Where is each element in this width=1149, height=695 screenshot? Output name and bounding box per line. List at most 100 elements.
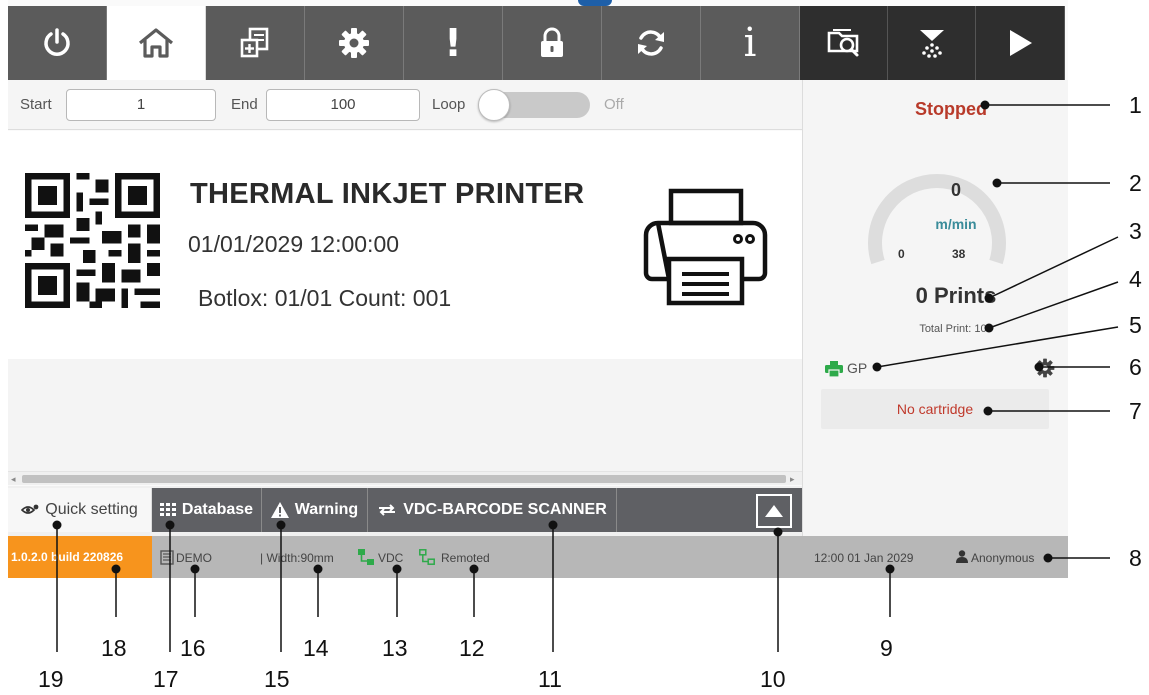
expand-panel-button[interactable] — [756, 494, 792, 528]
grid-icon — [159, 503, 176, 516]
speed-gauge — [868, 173, 1006, 265]
vdc-status: VDC — [378, 551, 404, 565]
main-toolbar: ! i — [8, 6, 1068, 80]
start-input[interactable]: 1 — [66, 89, 216, 121]
info-icon: i — [743, 20, 757, 66]
callout-16: 16 — [180, 635, 206, 661]
print-range-bar: Start 1 End 100 Loop Off — [8, 80, 802, 130]
warning-triangle-icon — [270, 502, 289, 518]
qr-code-icon — [25, 173, 160, 308]
loop-label: Loop — [432, 96, 466, 113]
start-print-button[interactable] — [976, 6, 1065, 80]
settings-button[interactable] — [305, 6, 404, 80]
folder-search-icon — [827, 29, 858, 57]
demo-mode: DEMO — [176, 551, 212, 565]
callout-1: 1 — [1129, 92, 1142, 118]
play-icon — [1010, 30, 1032, 56]
home-button[interactable] — [107, 6, 206, 80]
loop-toggle-knob[interactable] — [478, 89, 510, 121]
eye-gear-icon — [21, 504, 39, 514]
current-user[interactable]: Anonymous — [971, 551, 1034, 565]
scroll-left-icon[interactable]: ◂ — [11, 472, 16, 486]
power-icon — [44, 28, 70, 56]
callout-7: 7 — [1129, 398, 1142, 424]
start-label: Start — [20, 96, 52, 113]
gauge-max: 38 — [952, 247, 966, 261]
callout-3: 3 — [1129, 218, 1142, 244]
callout-4: 4 — [1129, 266, 1142, 292]
status-datetime: 12:00 01 Jan 2029 — [814, 551, 914, 565]
callout-13: 13 — [382, 635, 408, 661]
new-message-button[interactable] — [206, 6, 305, 80]
title-fragment — [578, 0, 612, 6]
callout-10: 10 — [760, 666, 786, 692]
callout-19: 19 — [38, 666, 64, 692]
remote-connection-icon — [419, 549, 435, 565]
ink-jet-icon — [919, 30, 944, 58]
printer-screen: ! i Start 1 End 100 Loop Off THERMAL INK… — [8, 0, 1068, 578]
lock-button[interactable] — [503, 6, 602, 80]
tab-quick-setting-label: Quick setting — [45, 501, 138, 518]
tab-database[interactable]: Database — [152, 488, 262, 532]
callout-9: 9 — [880, 635, 893, 661]
tab-vdc-label: VDC-BARCODE SCANNER — [403, 501, 607, 518]
callout-11: 11 — [538, 666, 562, 692]
power-button[interactable] — [8, 6, 107, 80]
end-input[interactable]: 100 — [266, 89, 420, 121]
status-panel: Stopped 0 m/min 0 38 0 Prints Total Prin… — [802, 80, 1068, 536]
remote-status: Remoted — [441, 551, 490, 565]
callout-18: 18 — [101, 635, 127, 661]
warning-icon: ! — [444, 21, 462, 65]
message-title: THERMAL INKJET PRINTER — [190, 178, 585, 210]
message-empty-area — [8, 359, 802, 471]
printer-name[interactable]: GP — [847, 360, 867, 376]
tab-quick-setting[interactable]: Quick setting — [8, 488, 152, 532]
gauge-min: 0 — [898, 247, 905, 261]
callout-15: 15 — [264, 666, 290, 692]
user-icon — [956, 550, 968, 563]
purge-button[interactable] — [888, 6, 976, 80]
horizontal-scrollbar[interactable]: ◂ ▸ — [8, 471, 802, 485]
printer-status: Stopped — [915, 99, 987, 119]
tab-vdc-barcode-scanner[interactable]: VDC-BARCODE SCANNER — [368, 488, 617, 532]
lock-icon — [541, 27, 563, 57]
new-message-icon — [240, 27, 269, 58]
version-badge: 1.0.2.0 build 220826 — [8, 536, 152, 578]
tab-database-label: Database — [181, 501, 254, 518]
sync-icon — [638, 30, 664, 56]
message-datetime: 01/01/2029 12:00:00 — [188, 231, 400, 257]
message-counter-line: Botlox: 01/01 Count: 001 — [198, 285, 452, 311]
callout-5: 5 — [1129, 312, 1142, 338]
swap-arrows-icon — [379, 504, 396, 516]
callout-6: 6 — [1129, 354, 1142, 380]
printer-status-icon — [825, 361, 843, 377]
tab-warning[interactable]: Warning — [262, 488, 368, 532]
gear-icon — [339, 28, 369, 58]
message-preview[interactable]: THERMAL INKJET PRINTER 01/01/2029 12:00:… — [8, 131, 802, 359]
total-print-count: Total Print: 100 — [919, 323, 993, 335]
print-count: 0 Prints — [915, 283, 997, 308]
caret-up-icon — [765, 505, 783, 517]
status-bar: 1.0.2.0 build 220826 DEMO | Width:90mm V… — [8, 536, 1068, 578]
home-icon — [138, 28, 174, 58]
printer-icon — [643, 188, 768, 306]
print-width: | Width:90mm — [260, 551, 334, 565]
speed-unit: m/min — [935, 216, 977, 232]
info-button[interactable]: i — [701, 6, 800, 80]
callout-2: 2 — [1129, 170, 1142, 196]
speed-value: 0 — [950, 180, 961, 200]
callout-17: 17 — [153, 666, 179, 692]
callout-8: 8 — [1129, 545, 1142, 571]
document-icon — [160, 550, 174, 565]
tab-warning-label: Warning — [294, 501, 359, 518]
scrollbar-thumb[interactable] — [22, 475, 786, 483]
scroll-right-icon[interactable]: ▸ — [790, 472, 795, 486]
printer-settings-icon[interactable] — [1035, 358, 1055, 378]
file-browser-button[interactable] — [800, 6, 888, 80]
sync-button[interactable] — [602, 6, 701, 80]
bottom-tab-bar: Quick setting Database Warning VDC-BARCO… — [8, 486, 802, 536]
callout-14: 14 — [303, 635, 329, 661]
end-label: End — [231, 96, 258, 113]
alarm-button[interactable]: ! — [404, 6, 503, 80]
callout-12: 12 — [459, 635, 485, 661]
